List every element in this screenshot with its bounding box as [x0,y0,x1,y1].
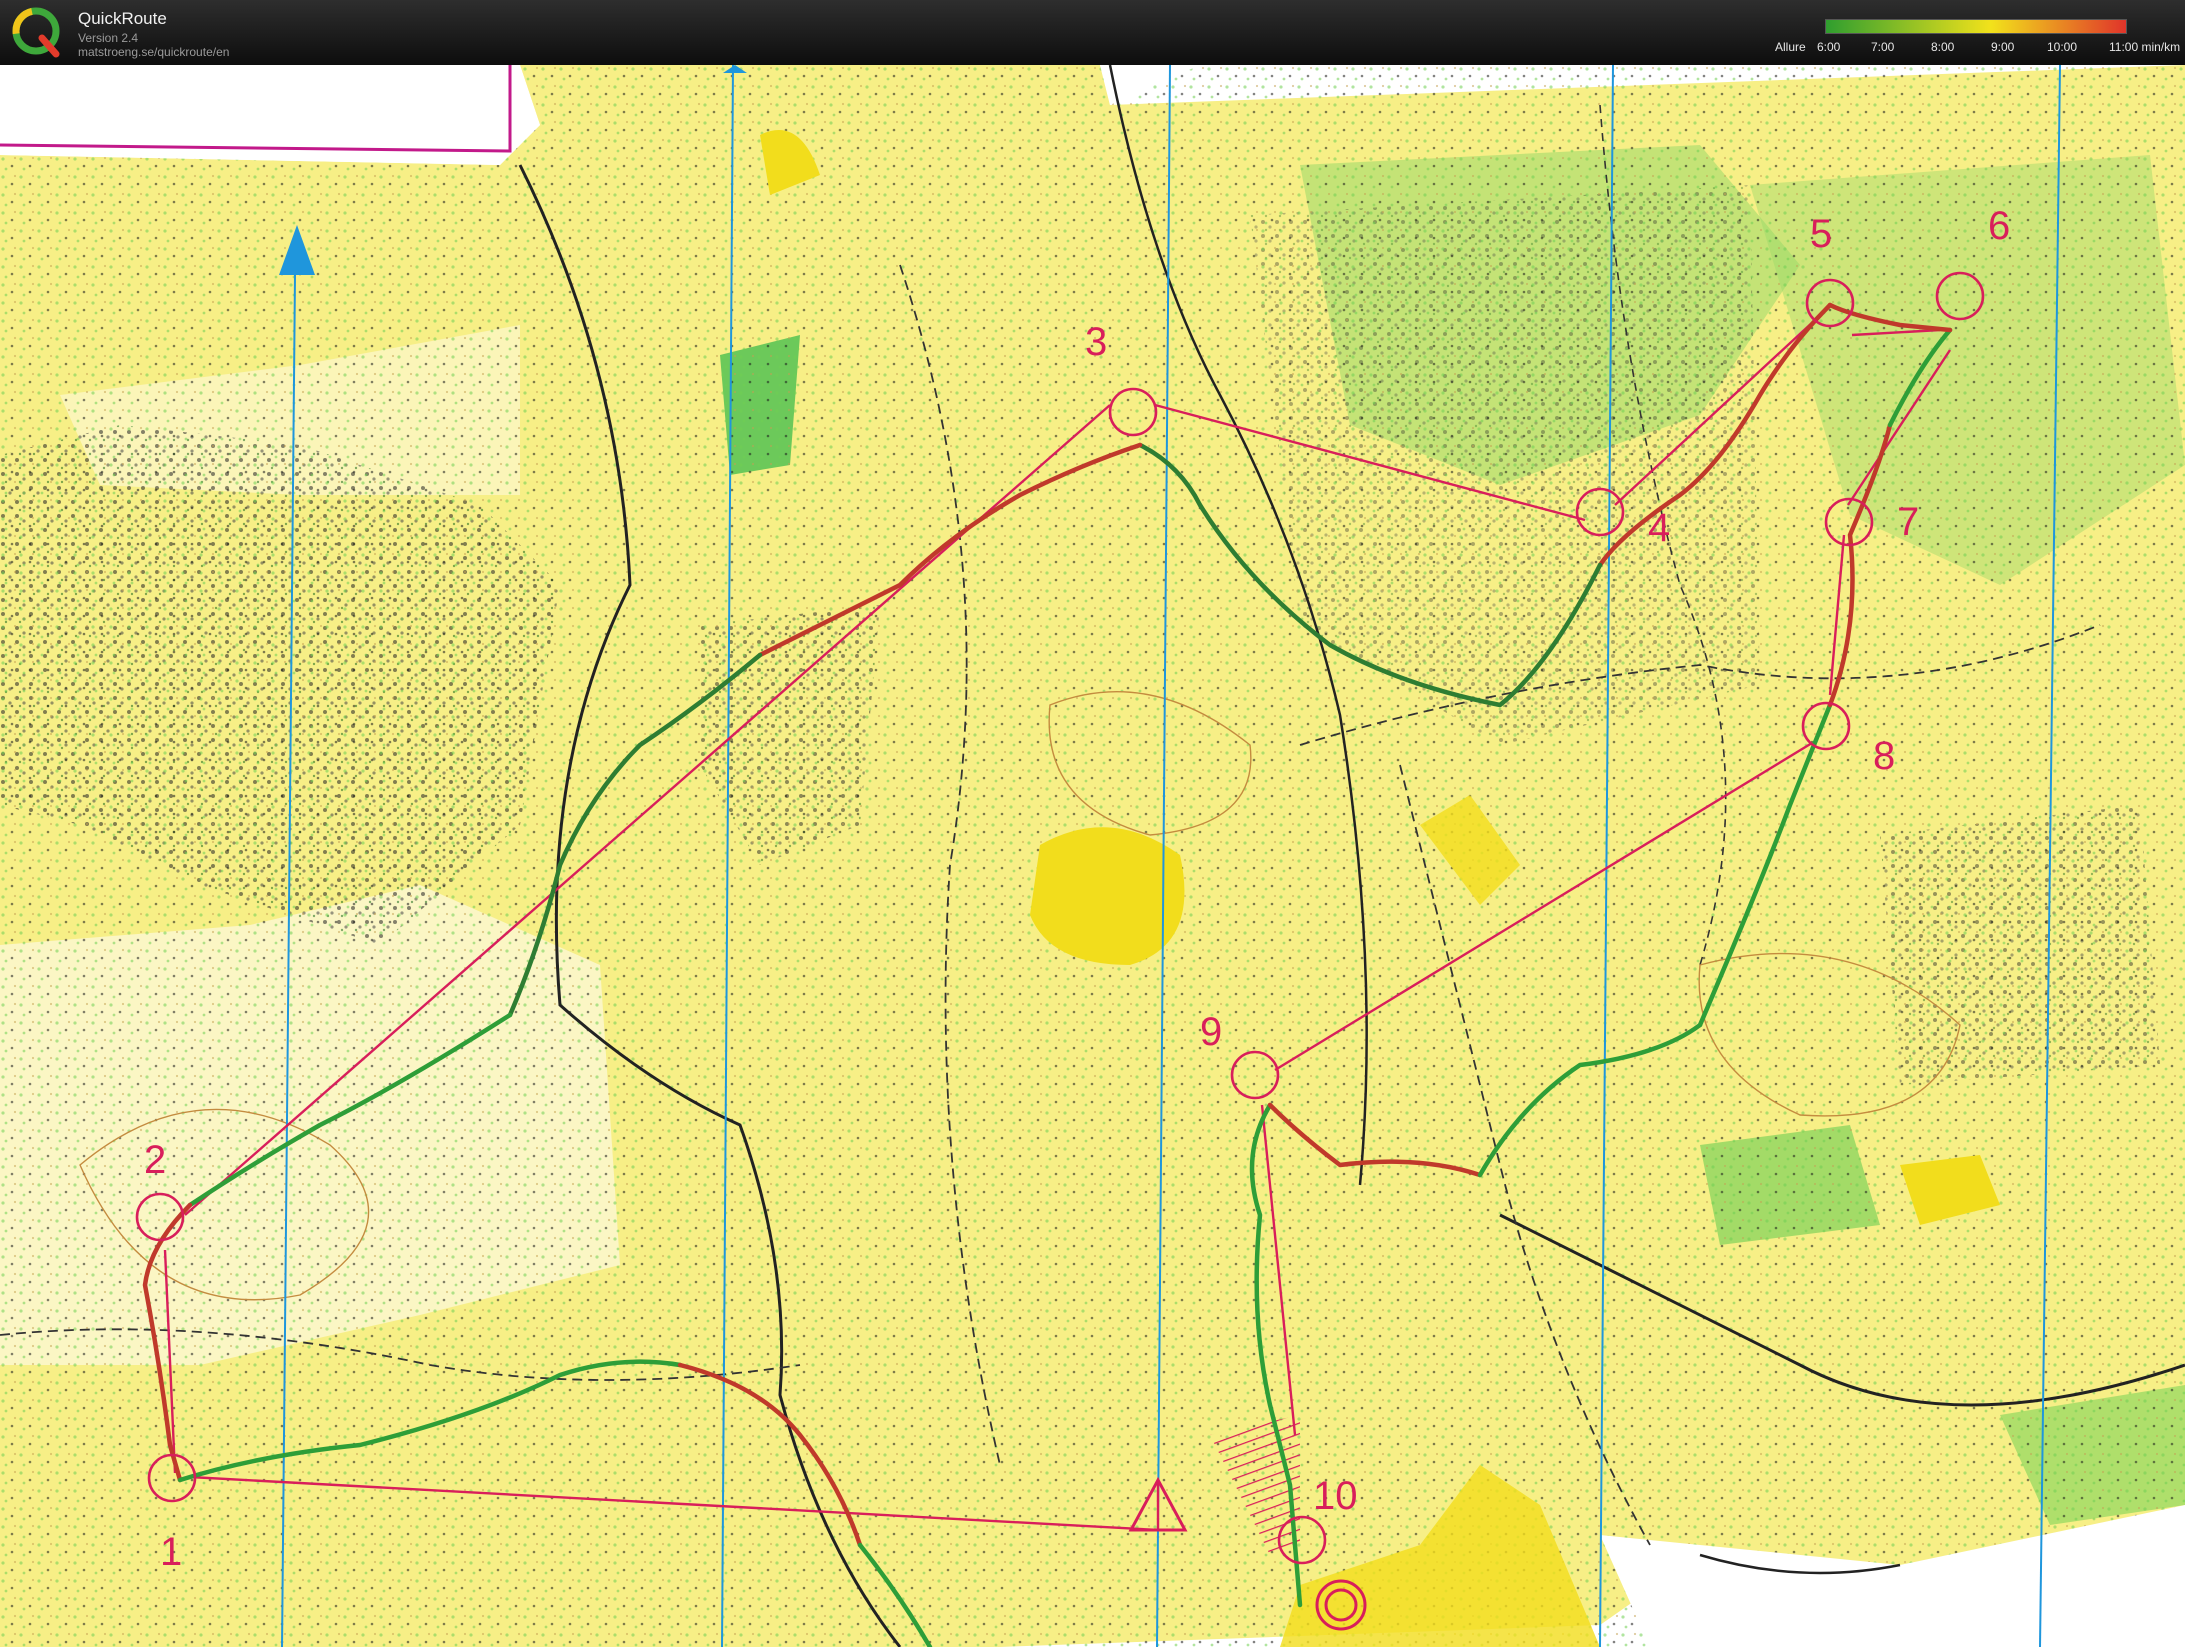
terrain-layer [0,65,2185,1647]
open-field [1030,827,1185,965]
control-number: 6 [1988,204,2010,248]
app-header: QuickRoute Version 2.4 matstroeng.se/qui… [0,0,2185,65]
legend-tick: 8:00 [1931,40,1955,54]
orienteering-map[interactable]: 1 2 3 4 5 6 7 8 9 10 [0,65,2185,1647]
legend-tick: 9:00 [1991,40,2015,54]
control-number: 10 [1313,1474,1358,1518]
app-name: QuickRoute [78,9,167,28]
control-number: 7 [1897,500,1919,544]
control-number: 2 [144,1138,166,1182]
app-version: Version 2.4 [78,31,139,45]
control-number: 4 [1648,506,1670,550]
legend-tick: 6:00 [1817,40,1841,54]
pace-color-scale [1825,19,2127,34]
app-url-link[interactable]: matstroeng.se/quickroute/en [78,45,229,59]
control-number: 3 [1085,320,1107,364]
control-number: 9 [1200,1010,1222,1054]
control-number: 5 [1810,212,1832,256]
legend-tick: 7:00 [1871,40,1895,54]
map-canvas: 1 2 3 4 5 6 7 8 9 10 [0,65,2185,1647]
pace-legend: Allure 6:00 7:00 8:00 9:00 10:00 11:00 m… [1725,0,2185,65]
legend-title: Allure [1775,40,1806,54]
quickroute-logo-icon [12,7,60,58]
control-number: 8 [1873,734,1895,778]
control-number: 1 [160,1530,182,1574]
legend-tick: 11:00 min/km [2109,40,2181,54]
legend-tick: 10:00 [2047,40,2078,54]
